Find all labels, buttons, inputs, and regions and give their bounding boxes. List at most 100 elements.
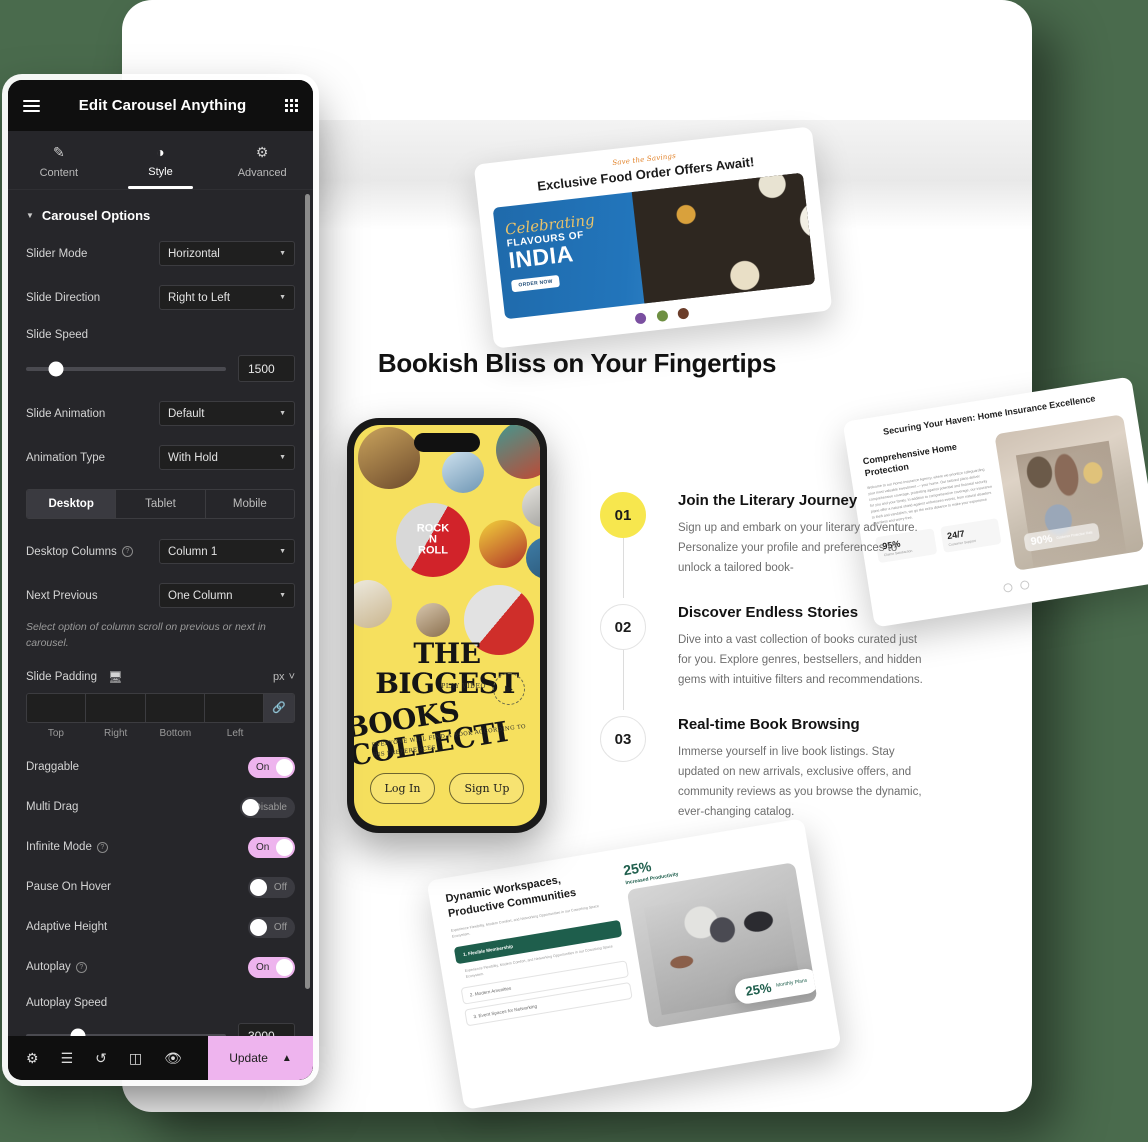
book-cover-thumb[interactable] — [354, 580, 392, 628]
elementor-editor-panel: Edit Carousel Anything ✎ Content ◑ Style… — [8, 80, 313, 1080]
help-icon[interactable]: ? — [121, 546, 133, 557]
book-cover-thumb[interactable] — [526, 537, 540, 579]
infinite-mode-toggle[interactable]: On — [248, 836, 295, 858]
padding-left-input[interactable] — [204, 693, 264, 722]
step-connector-line — [623, 650, 624, 710]
hamburger-icon[interactable] — [23, 99, 40, 112]
step-title: Join the Literary Journey — [678, 492, 858, 509]
padding-top-input[interactable] — [27, 693, 87, 722]
steps-list: 01 Join the Literary Journey Sign up and… — [600, 480, 930, 823]
padding-right-input[interactable] — [86, 693, 146, 722]
tab-content[interactable]: ✎ Content — [8, 131, 110, 189]
slide-animation-row: Slide Animation Default ▼ — [26, 401, 295, 426]
toggle-state-label: On — [256, 841, 270, 853]
padding-label-right: Right — [103, 727, 128, 739]
book-cover-thumb[interactable] — [479, 520, 527, 568]
tab-advanced[interactable]: ⚙ Advanced — [211, 131, 313, 189]
toggle-state-label: Off — [273, 881, 287, 893]
autoplay-toggle[interactable]: On — [248, 956, 295, 978]
log-in-button[interactable]: Log In — [369, 773, 436, 804]
autoplay-speed-input[interactable]: 3000 — [238, 1022, 295, 1036]
help-icon[interactable]: ? — [96, 841, 108, 853]
slide-direction-select[interactable]: Right to Left ▼ — [159, 285, 295, 310]
panel-scroll-area[interactable]: ▼ Carousel Options Slider Mode Horizonta… — [8, 190, 313, 1036]
chevron-down-icon: ▼ — [26, 211, 34, 220]
slide-padding-unit-select[interactable]: px ˅ — [273, 671, 295, 683]
panel-scrollbar[interactable] — [305, 194, 310, 990]
book-cover-thumb[interactable] — [496, 425, 540, 479]
padding-label-spacer — [265, 728, 295, 739]
pencil-icon: ✎ — [52, 144, 65, 160]
adaptive-height-toggle[interactable]: Off — [248, 916, 295, 938]
slider-knob[interactable] — [48, 361, 64, 376]
next-arrow-icon[interactable] — [1019, 579, 1031, 590]
slider-knob[interactable] — [70, 1028, 86, 1036]
sign-up-button[interactable]: Sign Up — [449, 773, 525, 804]
insurance-stat: 24/7 Customer Support — [939, 517, 1002, 553]
prev-arrow-icon[interactable] — [1002, 582, 1013, 593]
adaptive-height-label: Adaptive Height — [26, 921, 108, 934]
chevron-down-icon: ˅ — [288, 670, 295, 683]
food-offer-card[interactable]: Save the Savings Exclusive Food Order Of… — [473, 126, 833, 349]
panel-title: Edit Carousel Anything — [78, 97, 247, 114]
responsive-mode-icon[interactable]: ◫ — [129, 1051, 142, 1065]
section-title: Carousel Options — [41, 208, 151, 223]
tab-style[interactable]: ◑ Style — [110, 131, 212, 189]
autoplay-speed-row: 3000 — [26, 1022, 295, 1036]
order-now-button[interactable]: ORDER NOW — [510, 274, 561, 293]
desktop-columns-row: Desktop Columns ? Column 1 ▼ — [26, 539, 295, 564]
preview-eye-icon[interactable]: 👁 — [164, 1051, 182, 1065]
draggable-toggle[interactable]: On — [248, 756, 295, 778]
thumbnail-dot-3[interactable] — [677, 307, 690, 320]
book-cover-thumb[interactable]: ROCK N ROLL — [396, 503, 470, 577]
padding-bottom-input[interactable] — [145, 693, 205, 722]
chevron-down-icon: ▼ — [279, 294, 286, 301]
desktop-columns-select[interactable]: Column 1 ▼ — [159, 539, 295, 564]
step-number-badge: 01 — [600, 492, 646, 538]
slide-padding-header: Slide Padding 🖥 px ˅ — [26, 670, 295, 684]
select-value: Column 1 — [168, 545, 218, 558]
next-previous-select[interactable]: One Column ▼ — [159, 583, 295, 608]
multi-drag-toggle[interactable]: Disable — [240, 796, 295, 818]
grid-apps-icon[interactable] — [285, 99, 298, 112]
navigator-layers-icon[interactable]: ☰ — [61, 1051, 74, 1065]
book-cover-thumb[interactable] — [358, 427, 420, 489]
draggable-label: Draggable — [26, 761, 80, 774]
select-value: With Hold — [168, 451, 218, 464]
toggle-knob — [276, 758, 293, 776]
slider-mode-select[interactable]: Horizontal ▼ — [159, 241, 295, 266]
step-connector-line — [623, 538, 624, 598]
slide-speed-slider[interactable] — [26, 361, 226, 376]
help-icon[interactable]: ? — [75, 961, 87, 973]
link-icon[interactable]: 🔗 — [264, 693, 294, 722]
phone-screen: ROCK N ROLL THE BIGGEST BOOKS COLLECTI P… — [354, 425, 540, 826]
history-icon[interactable]: ↺ — [95, 1051, 107, 1065]
slide-padding-field-labels: Top Right Bottom Left — [26, 728, 295, 739]
pause-on-hover-toggle[interactable]: Off — [248, 876, 295, 898]
play-button-icon[interactable]: ▶ — [493, 673, 525, 705]
slide-speed-input[interactable]: 1500 — [238, 355, 295, 382]
book-cover-thumb[interactable] — [442, 451, 484, 493]
device-tab-desktop[interactable]: Desktop — [27, 490, 117, 518]
infinite-mode-row: Infinite Mode ? On — [26, 836, 295, 858]
device-tab-mobile[interactable]: Mobile — [206, 490, 294, 518]
padding-label-left: Left — [226, 727, 244, 739]
animation-type-select[interactable]: With Hold ▼ — [159, 445, 295, 470]
update-button-label: Update — [229, 1051, 268, 1065]
book-cover-thumb[interactable] — [416, 603, 450, 637]
settings-gear-icon[interactable]: ⚙ — [26, 1051, 39, 1065]
device-tab-tablet[interactable]: Tablet — [116, 490, 206, 518]
slide-animation-select[interactable]: Default ▼ — [159, 401, 295, 426]
thumbnail-dot-2[interactable] — [655, 310, 669, 323]
desktop-icon[interactable]: 🖥 — [108, 670, 123, 684]
chevron-up-icon[interactable]: ▲ — [282, 1053, 292, 1064]
play-video-label[interactable]: PLAY VIDEO — [441, 683, 486, 690]
device-tabs: Desktop Tablet Mobile — [26, 489, 295, 519]
autoplay-speed-slider[interactable] — [26, 1028, 226, 1036]
thumbnail-dot-1[interactable] — [634, 312, 647, 325]
carousel-options-section-header[interactable]: ▼ Carousel Options — [26, 206, 295, 241]
slide-direction-label: Slide Direction — [26, 291, 101, 304]
update-button[interactable]: Update ▲ — [208, 1036, 313, 1080]
book-cover-thumb[interactable] — [522, 485, 540, 527]
select-value: Right to Left — [168, 291, 231, 304]
